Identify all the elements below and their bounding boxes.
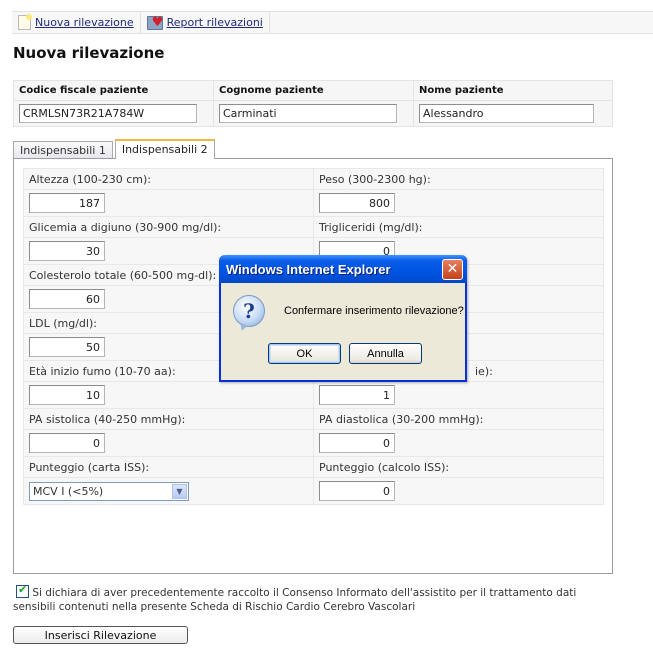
- cognome-input[interactable]: [219, 104, 397, 123]
- altezza-input[interactable]: [29, 193, 105, 213]
- consent-checkbox[interactable]: [16, 583, 29, 598]
- toolbar: Nuova rilevazione Report rilevazioni: [12, 11, 653, 34]
- patient-table: Codice fiscale paziente Cognome paziente…: [13, 80, 613, 127]
- pa-sistolica-input[interactable]: [29, 433, 105, 453]
- consent-text: Si dichiara di aver precedentemente racc…: [13, 587, 577, 613]
- dialog-message: Confermare inserimento rilevazione?: [284, 305, 464, 317]
- pa-diastolica-input[interactable]: [319, 433, 395, 453]
- dialog-title-bar[interactable]: Windows Internet Explorer ✕: [219, 255, 467, 283]
- close-icon[interactable]: ✕: [442, 258, 463, 280]
- toolbar-item-report[interactable]: Report rilevazioni: [141, 12, 270, 33]
- punteggio-carta-select[interactable]: MCV I (<5%) ▼: [29, 481, 189, 501]
- new-document-icon: [18, 14, 32, 30]
- glicemia-input[interactable]: [29, 241, 105, 261]
- altezza-label: Altezza (100-230 cm):: [23, 168, 314, 190]
- new-rilevazione-link[interactable]: Nuova rilevazione: [35, 16, 134, 29]
- consent-block: Si dichiara di aver precedentemente racc…: [13, 583, 613, 614]
- ldl-input[interactable]: [29, 337, 105, 357]
- toolbar-item-new[interactable]: Nuova rilevazione: [12, 12, 141, 33]
- punteggio-calcolo-label: Punteggio (calcolo ISS):: [313, 456, 604, 478]
- page-title: Nuova rilevazione: [13, 44, 165, 62]
- tab-bar: Indispensabili 1 Indispensabili 2: [13, 139, 217, 159]
- trigliceridi-label: Trigliceridi (mg/dl):: [313, 216, 604, 238]
- tab-indispensabili-2[interactable]: Indispensabili 2: [114, 139, 215, 159]
- punteggio-carta-label: Punteggio (carta ISS):: [23, 456, 314, 478]
- confirm-dialog: Windows Internet Explorer ✕ ? Confermare…: [219, 255, 467, 382]
- tab-indispensabili-1[interactable]: Indispensabili 1: [13, 141, 113, 158]
- peso-label: Peso (300-2300 hg):: [313, 168, 604, 190]
- chevron-down-icon[interactable]: ▼: [172, 483, 187, 499]
- colesterolo-input[interactable]: [29, 289, 105, 309]
- cancel-button[interactable]: Annulla: [349, 343, 422, 364]
- nome-label: Nome paziente: [413, 80, 613, 101]
- question-icon: ?: [233, 295, 265, 327]
- ok-button[interactable]: OK: [268, 343, 341, 364]
- punteggio-calcolo-input[interactable]: [319, 481, 395, 501]
- punteggio-carta-selected: MCV I (<5%): [33, 484, 104, 498]
- cognome-label: Cognome paziente: [213, 80, 414, 101]
- inserisci-rilevazione-button[interactable]: Inserisci Rilevazione: [13, 626, 188, 644]
- glicemia-label: Glicemia a digiuno (30-900 mg/dl):: [23, 216, 314, 238]
- pa-sistolica-label: PA sistolica (40-250 mmHg):: [23, 408, 314, 430]
- codice-fiscale-label: Codice fiscale paziente: [13, 80, 214, 101]
- nome-input[interactable]: [419, 104, 594, 123]
- fumo-right-input[interactable]: [319, 385, 395, 405]
- report-folder-icon: [146, 15, 163, 30]
- codice-fiscale-input[interactable]: [19, 104, 197, 123]
- report-rilevazioni-link[interactable]: Report rilevazioni: [167, 16, 263, 29]
- dialog-title: Windows Internet Explorer: [226, 261, 391, 277]
- pa-diastolica-label: PA diastolica (30-200 mmHg):: [313, 408, 604, 430]
- peso-input[interactable]: [319, 193, 395, 213]
- fumo-inizio-input[interactable]: [29, 385, 105, 405]
